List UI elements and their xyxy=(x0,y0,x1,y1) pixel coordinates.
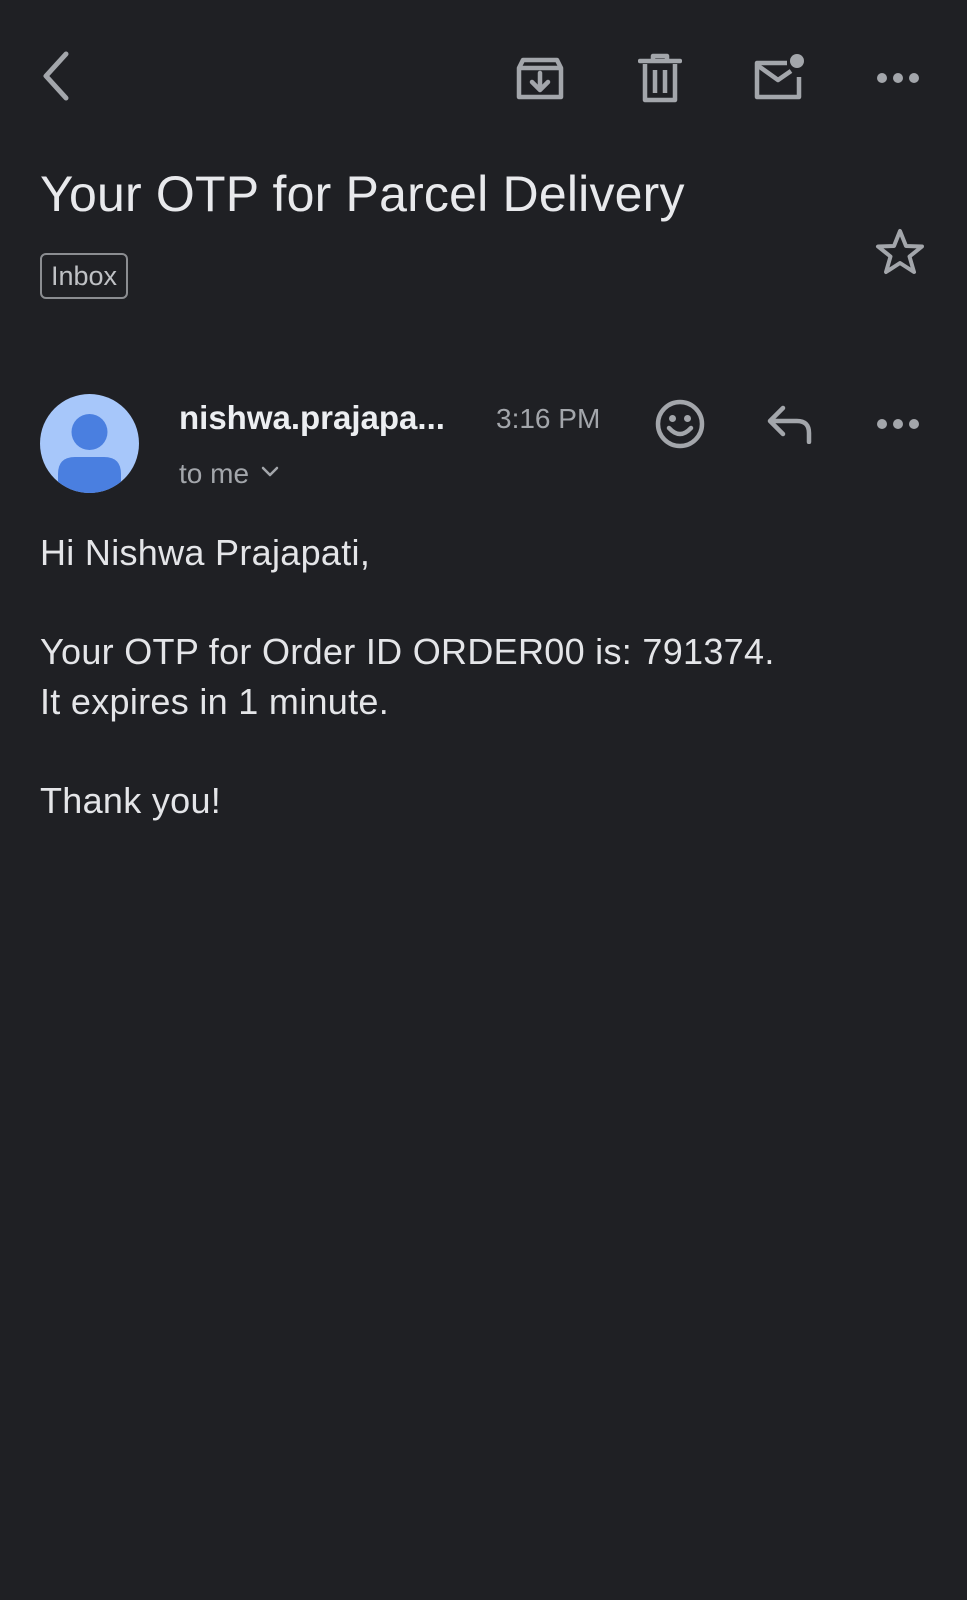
more-options-button[interactable] xyxy=(866,58,930,98)
recipient-label: to me xyxy=(179,458,250,489)
email-subject: Your OTP for Parcel Delivery xyxy=(40,166,685,222)
recipient-details-toggle[interactable]: to me xyxy=(179,456,279,492)
reply-button[interactable] xyxy=(758,394,822,454)
body-expiry-line: It expires in 1 minute. xyxy=(40,681,390,722)
message-more-button[interactable] xyxy=(866,404,930,444)
emoji-icon xyxy=(654,398,706,450)
mail-unread-icon xyxy=(751,53,807,103)
trash-icon xyxy=(638,52,682,104)
more-horizontal-icon xyxy=(876,72,920,84)
mark-unread-button[interactable] xyxy=(746,48,812,108)
body-closing: Thank you! xyxy=(40,780,222,821)
chevron-left-icon xyxy=(36,48,76,104)
body-otp-line: Your OTP for Order ID ORDER00 is: 791374… xyxy=(40,631,775,672)
body-greeting: Hi Nishwa Prajapati, xyxy=(40,532,371,573)
chevron-down-icon xyxy=(261,465,279,483)
back-button[interactable] xyxy=(28,44,84,108)
more-horizontal-icon xyxy=(876,418,920,430)
avatar[interactable] xyxy=(40,394,139,493)
archive-button[interactable] xyxy=(508,48,572,108)
react-emoji-button[interactable] xyxy=(648,394,712,454)
email-time: 3:16 PM xyxy=(496,403,601,434)
star-button[interactable] xyxy=(868,222,932,282)
delete-button[interactable] xyxy=(628,48,692,108)
label-chip-inbox[interactable]: Inbox xyxy=(40,253,129,299)
star-icon xyxy=(875,228,925,276)
person-icon xyxy=(58,414,121,493)
reply-icon xyxy=(765,404,815,444)
archive-icon xyxy=(515,53,565,103)
sender-name[interactable]: nishwa.prajapa... xyxy=(179,398,445,438)
